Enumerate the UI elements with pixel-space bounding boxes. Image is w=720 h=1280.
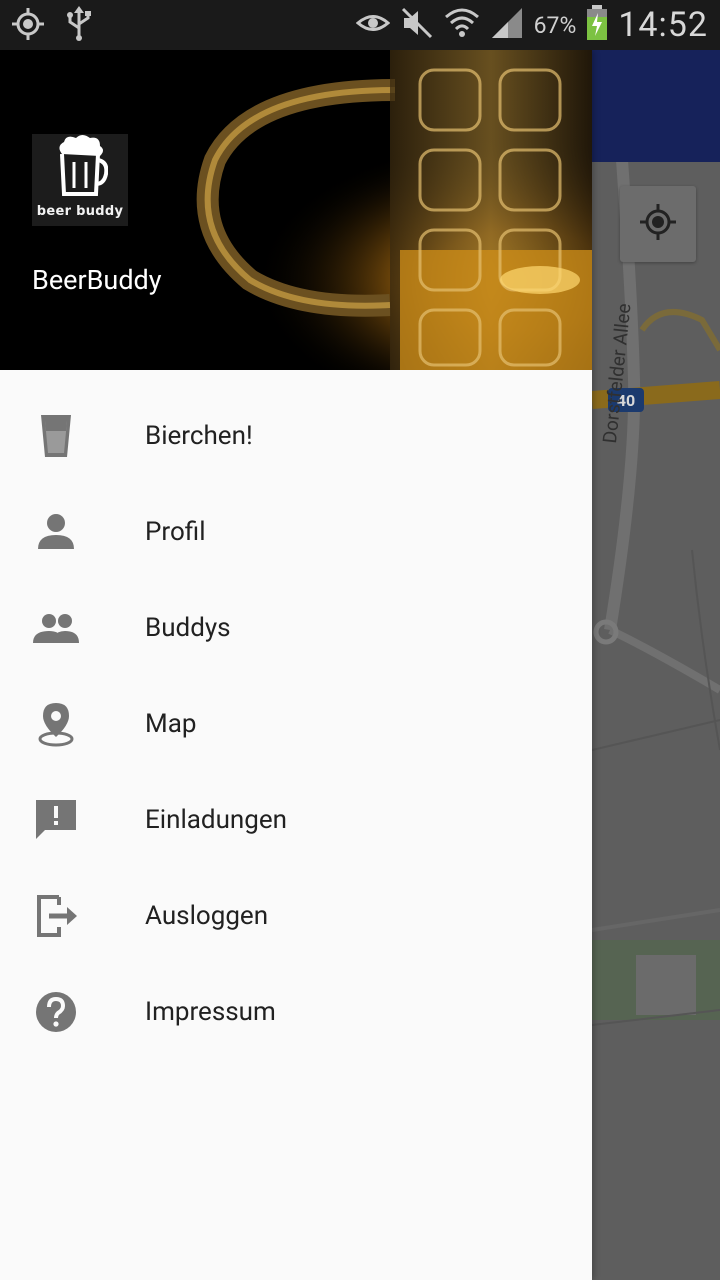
drawer-header: beer buddy BeerBuddy xyxy=(0,50,592,370)
status-bar: 67% 14:52 xyxy=(0,0,720,50)
logout-icon xyxy=(33,893,79,939)
help-icon xyxy=(33,989,79,1035)
menu-item-impressum[interactable]: Impressum xyxy=(0,964,592,1060)
wifi-icon xyxy=(444,6,480,44)
menu-item-label: Buddys xyxy=(145,613,231,643)
logo-text: beer buddy xyxy=(36,204,124,219)
navigation-drawer: beer buddy BeerBuddy Bierchen! Profil Bu… xyxy=(0,50,592,1280)
mute-icon xyxy=(400,6,434,44)
menu-item-einladungen[interactable]: Einladungen xyxy=(0,772,592,868)
menu-item-buddys[interactable]: Buddys xyxy=(0,580,592,676)
menu-item-label: Map xyxy=(145,709,197,739)
drawer-menu: Bierchen! Profil Buddys Map Einladungen xyxy=(0,370,592,1060)
menu-item-bierchen[interactable]: Bierchen! xyxy=(0,388,592,484)
app-toolbar xyxy=(592,50,720,162)
gps-icon xyxy=(10,6,46,46)
beer-glass-icon xyxy=(33,413,79,459)
menu-item-label: Bierchen! xyxy=(145,421,253,451)
app-logo: beer buddy xyxy=(32,134,128,226)
menu-item-label: Einladungen xyxy=(145,805,288,835)
person-icon xyxy=(33,509,79,555)
feedback-icon xyxy=(33,797,79,843)
battery-percent: 67% xyxy=(533,11,577,39)
usb-icon xyxy=(64,6,94,46)
beer-mug-logo-icon xyxy=(52,134,109,202)
my-location-button[interactable] xyxy=(620,186,696,262)
drawer-header-title: BeerBuddy xyxy=(32,264,162,296)
menu-item-ausloggen[interactable]: Ausloggen xyxy=(0,868,592,964)
battery-icon xyxy=(586,5,608,45)
menu-item-map[interactable]: Map xyxy=(0,676,592,772)
menu-item-label: Profil xyxy=(145,517,206,547)
people-icon xyxy=(33,605,79,651)
signal-icon xyxy=(490,6,524,44)
menu-item-label: Impressum xyxy=(145,997,276,1027)
my-location-icon xyxy=(638,202,678,246)
clock: 14:52 xyxy=(618,5,708,45)
menu-item-profil[interactable]: Profil xyxy=(0,484,592,580)
map-view[interactable]: 40 Dorstfelder Allee xyxy=(592,50,720,1280)
menu-item-label: Ausloggen xyxy=(145,901,269,931)
eye-icon xyxy=(355,10,390,40)
map-pin-icon xyxy=(33,701,79,747)
